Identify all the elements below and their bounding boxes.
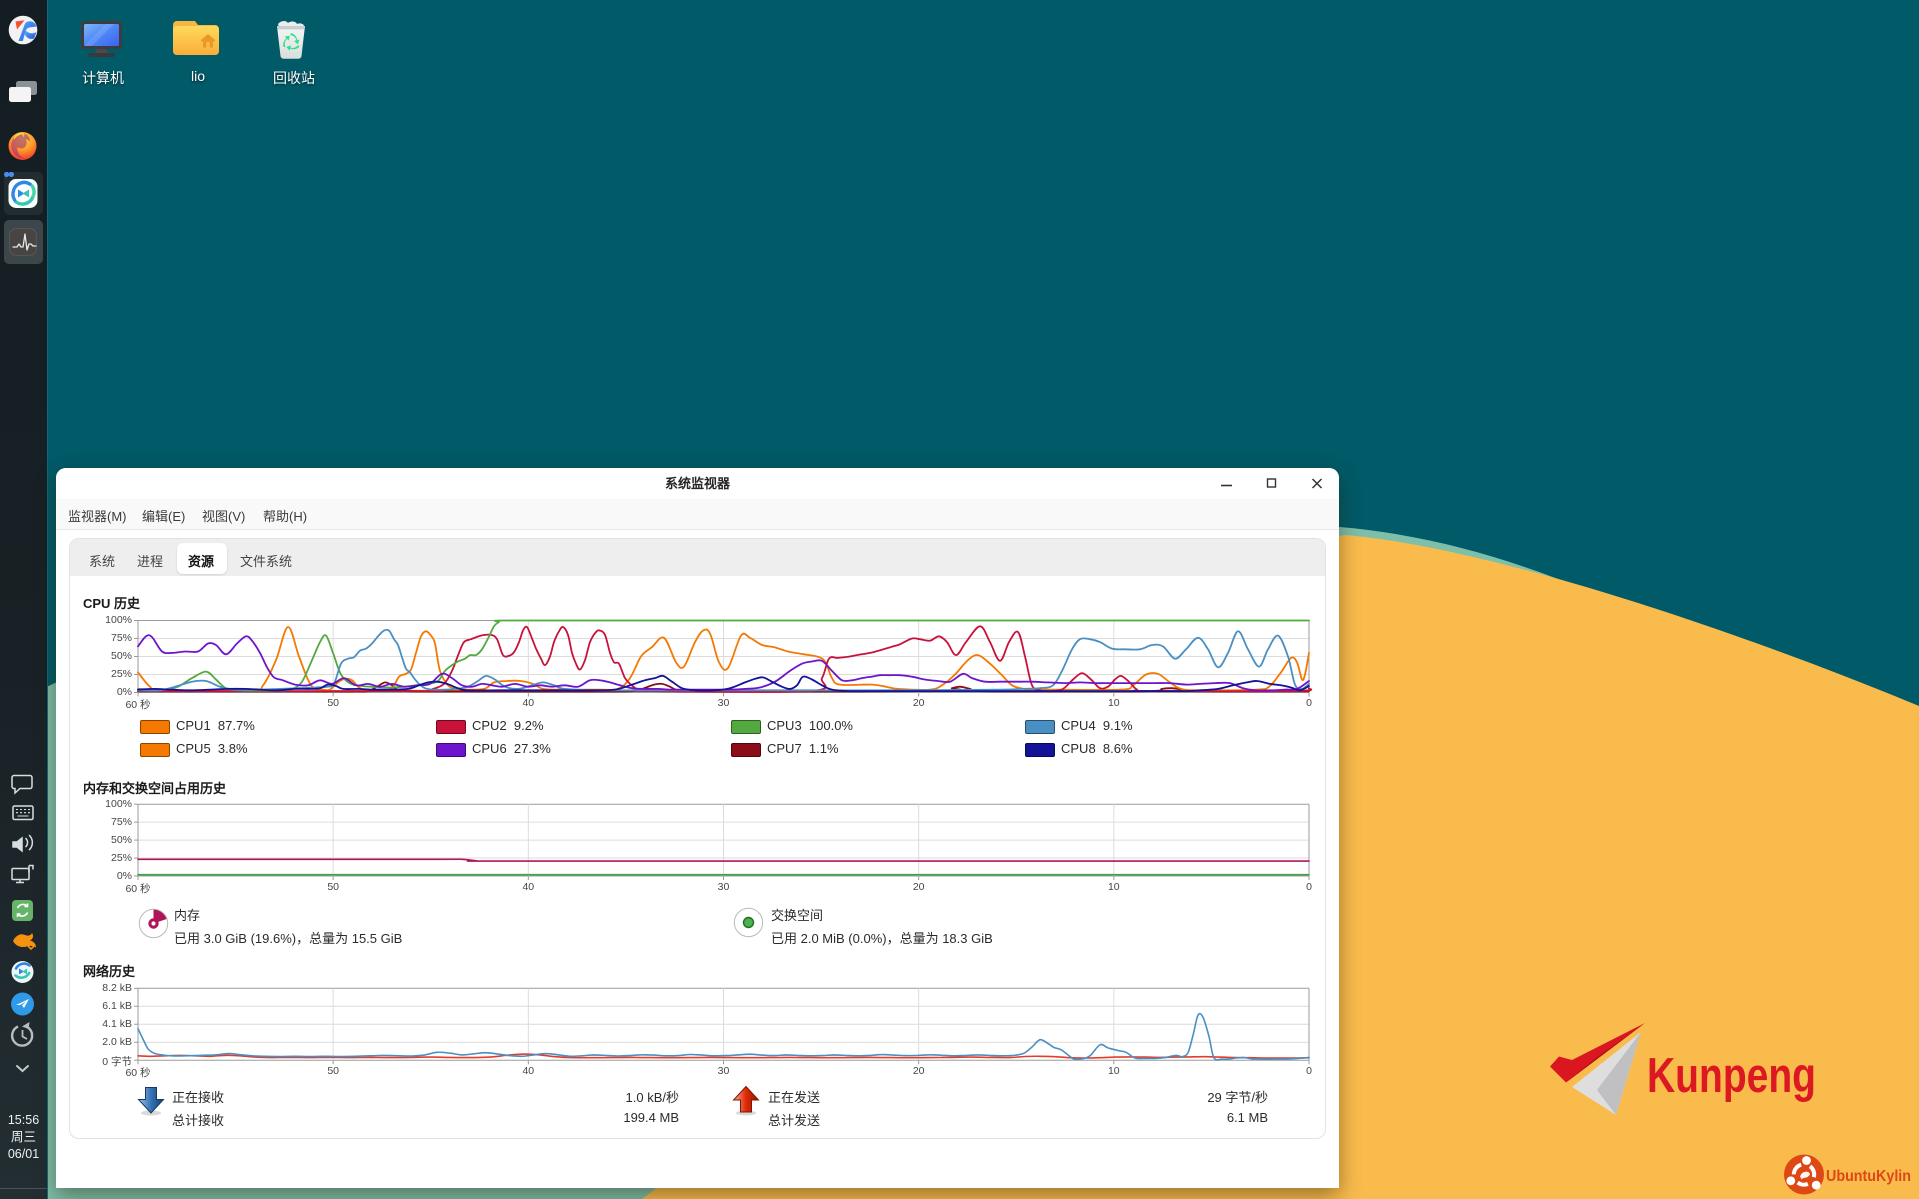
svg-text:Kunpeng: Kunpeng — [1647, 1049, 1816, 1103]
svg-text:UbuntuKylin: UbuntuKylin — [1826, 1168, 1911, 1185]
